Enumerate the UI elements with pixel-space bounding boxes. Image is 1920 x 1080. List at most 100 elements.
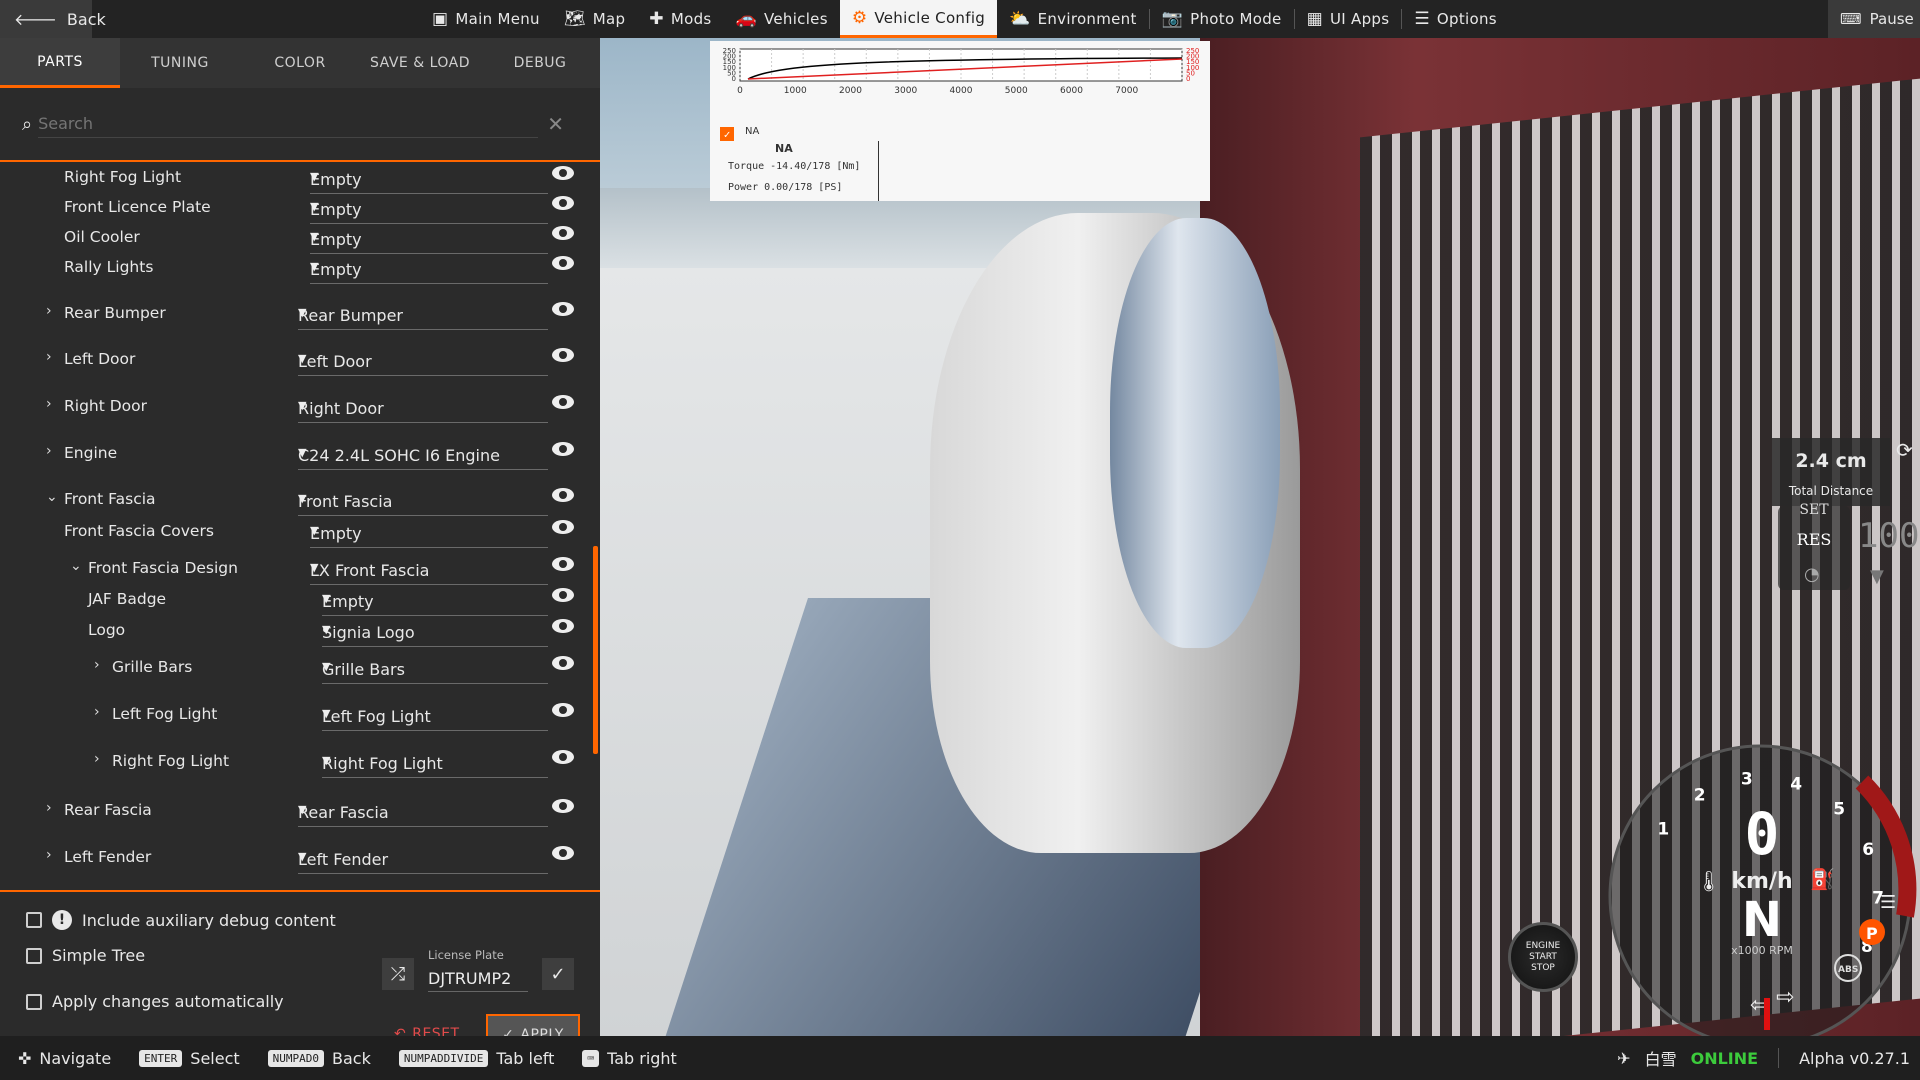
eye-icon[interactable] — [552, 256, 574, 270]
part-select[interactable]: Right Door ▼ — [298, 397, 548, 423]
close-icon[interactable]: ✕ — [547, 112, 564, 136]
debug-content-checkbox[interactable]: ! Include auxiliary debug content — [26, 910, 336, 930]
parts-scrollbar[interactable] — [593, 546, 598, 754]
menu-mods[interactable]: ✚ Mods — [637, 0, 723, 38]
eye-icon[interactable] — [552, 302, 574, 316]
part-row[interactable]: Right Fog Light Empty ▼ — [0, 164, 600, 194]
chevron-right-icon[interactable]: › — [94, 657, 100, 673]
eye-icon[interactable] — [552, 619, 574, 633]
cruise-resume-button[interactable]: RES — [1778, 530, 1850, 549]
eye-icon[interactable] — [552, 750, 574, 764]
tab-tuning[interactable]: TUNING — [120, 38, 240, 88]
chevron-down-icon[interactable]: ⌄ — [70, 558, 82, 574]
confirm-plate-button[interactable]: ✓ — [542, 958, 574, 990]
part-row[interactable]: › Engine C24 2.4L SOHC I6 Engine ▼ — [0, 440, 600, 470]
license-plate-input[interactable] — [428, 966, 528, 992]
eye-icon[interactable] — [552, 520, 574, 534]
part-select[interactable]: Left Fog Light ▼ — [322, 705, 548, 731]
tab-parts[interactable]: PARTS — [0, 38, 120, 88]
cruise-set-button[interactable]: SET — [1778, 502, 1850, 518]
torque-curve-app: 0 1000 2000 3000 4000 5000 6000 7000 250 250 200 20… — [710, 41, 1210, 201]
eye-icon[interactable] — [552, 488, 574, 502]
chevron-right-icon[interactable]: › — [94, 704, 100, 720]
eye-icon[interactable] — [552, 799, 574, 813]
part-row[interactable]: › Left Fender Left Fender ▼ — [0, 844, 600, 874]
part-select[interactable]: C24 2.4L SOHC I6 Engine ▼ — [298, 444, 548, 470]
part-select[interactable]: Rear Fascia ▼ — [298, 801, 548, 827]
tab-save-load[interactable]: SAVE & LOAD — [360, 38, 480, 88]
menu-photo-mode[interactable]: 📷 Photo Mode — [1150, 0, 1294, 38]
menu-main-menu[interactable]: ▣ Main Menu — [420, 0, 552, 38]
part-select[interactable]: LX Front Fascia ▼ — [310, 559, 548, 585]
part-select[interactable]: Signia Logo ▼ — [322, 621, 548, 647]
eye-icon[interactable] — [552, 226, 574, 240]
auto-apply-checkbox[interactable]: Apply changes automatically — [26, 992, 284, 1011]
part-select[interactable]: Empty ▼ — [310, 258, 548, 284]
part-select[interactable]: Empty ▼ — [310, 228, 548, 254]
part-select[interactable]: Rear Bumper ▼ — [298, 304, 548, 330]
chevron-right-icon[interactable]: › — [46, 349, 52, 365]
menu-options[interactable]: ☰ Options — [1402, 0, 1509, 38]
part-row[interactable]: JAF Badge Empty ▼ — [0, 586, 600, 616]
menu-environment[interactable]: ⛅ Environment — [997, 0, 1149, 38]
part-row[interactable]: › Left Door Left Door ▼ — [0, 346, 600, 376]
part-row[interactable]: › Right Fog Light Right Fog Light ▼ — [0, 748, 600, 778]
randomize-plate-button[interactable]: ⤮ — [382, 958, 414, 990]
part-row[interactable]: ⌄ Front Fascia Front Fascia ▼ — [0, 486, 600, 516]
eye-icon[interactable] — [552, 348, 574, 362]
eye-icon[interactable] — [552, 557, 574, 571]
part-slot-label: Rally Lights — [64, 258, 154, 276]
part-row[interactable]: › Grille Bars Grille Bars ▼ — [0, 654, 600, 684]
part-row[interactable]: Front Fascia Covers Empty ▼ — [0, 518, 600, 548]
part-select[interactable]: Empty ▼ — [322, 590, 548, 616]
pause-button[interactable]: ⌨ Pause — [1828, 0, 1920, 38]
chevron-right-icon[interactable]: › — [46, 847, 52, 863]
part-select[interactable]: Empty ▼ — [310, 522, 548, 548]
eye-icon[interactable] — [552, 196, 574, 210]
search-input[interactable] — [38, 110, 539, 138]
chevron-down-icon[interactable]: ⌄ — [46, 489, 58, 505]
eye-icon[interactable] — [552, 703, 574, 717]
eye-icon[interactable] — [552, 442, 574, 456]
eye-icon[interactable] — [552, 846, 574, 860]
reset-distance-icon[interactable]: ⟳ — [1896, 438, 1913, 462]
part-select[interactable]: Right Fog Light ▼ — [322, 752, 548, 778]
eye-icon[interactable] — [552, 656, 574, 670]
part-select[interactable]: Left Fender ▼ — [298, 848, 548, 874]
part-select[interactable]: Empty ▼ — [310, 198, 548, 224]
tab-debug[interactable]: DEBUG — [480, 38, 600, 88]
chevron-right-icon[interactable]: › — [94, 751, 100, 767]
part-select[interactable]: Grille Bars ▼ — [322, 658, 548, 684]
part-row[interactable]: › Right Door Right Door ▼ — [0, 393, 600, 423]
chevron-right-icon[interactable]: › — [46, 443, 52, 459]
eye-icon[interactable] — [552, 588, 574, 602]
eye-icon[interactable] — [552, 166, 574, 180]
cruise-down-icon[interactable]: ▼ — [1870, 566, 1884, 587]
chevron-right-icon[interactable]: › — [46, 800, 52, 816]
tab-color[interactable]: COLOR — [240, 38, 360, 88]
part-row[interactable]: › Rear Fascia Rear Fascia ▼ — [0, 797, 600, 827]
eye-icon[interactable] — [552, 395, 574, 409]
car-icon: 🚗 — [735, 9, 757, 29]
simple-tree-checkbox[interactable]: Simple Tree — [26, 946, 145, 965]
menu-vehicle-config[interactable]: ⚙ Vehicle Config — [839, 0, 998, 38]
part-row[interactable]: Logo Signia Logo ▼ — [0, 617, 600, 647]
part-row[interactable]: › Rear Bumper Rear Bumper ▼ — [0, 300, 600, 330]
menu-map[interactable]: 🗺 Map — [552, 0, 637, 38]
part-select[interactable]: Left Door ▼ — [298, 350, 548, 376]
menu-ui-apps[interactable]: ▦ UI Apps — [1295, 0, 1402, 38]
engine-start-button[interactable]: ENGINE START STOP — [1508, 922, 1578, 992]
part-row[interactable]: Rally Lights Empty ▼ — [0, 254, 600, 284]
menu-vehicles[interactable]: 🚗 Vehicles — [724, 0, 840, 38]
chevron-right-icon[interactable]: › — [46, 396, 52, 412]
back-button[interactable]: 🡐 Back — [0, 0, 106, 38]
part-row[interactable]: › Left Fog Light Left Fog Light ▼ — [0, 701, 600, 731]
chevron-down-icon: ▼ — [322, 623, 331, 636]
chevron-right-icon[interactable]: › — [46, 303, 52, 319]
part-row[interactable]: Oil Cooler Empty ▼ — [0, 224, 600, 254]
part-row[interactable]: Front Licence Plate Empty ▼ — [0, 194, 600, 224]
part-select[interactable]: Front Fascia ▼ — [298, 490, 548, 516]
series-checkbox[interactable]: ✓ — [720, 127, 734, 141]
part-row[interactable]: ⌄ Front Fascia Design LX Front Fascia ▼ — [0, 555, 600, 585]
part-select[interactable]: Empty ▼ — [310, 168, 548, 194]
